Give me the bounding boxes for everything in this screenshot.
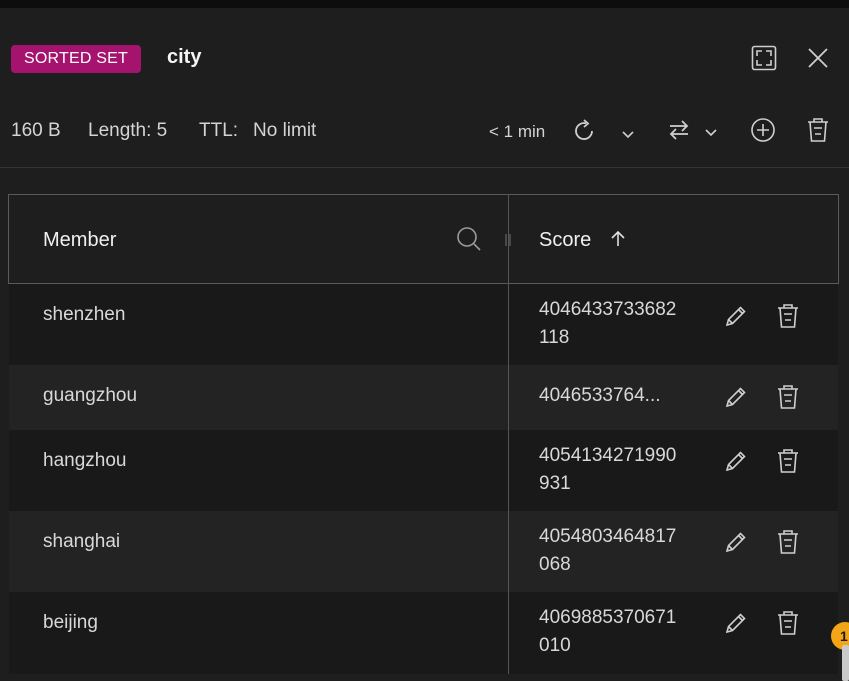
- members-table: Member Score shenzhen 4046433733682118 g…: [8, 194, 839, 674]
- table-header: Member Score: [8, 194, 839, 284]
- table-row[interactable]: hangzhou 4054134271990931: [9, 430, 838, 511]
- key-size: 160 B: [11, 120, 61, 141]
- edit-icon[interactable]: [722, 383, 750, 411]
- score-value: 4054803464817068: [539, 526, 677, 575]
- delete-icon[interactable]: [774, 383, 802, 411]
- close-icon[interactable]: [804, 44, 832, 72]
- member-value: beijing: [43, 612, 98, 633]
- edit-icon[interactable]: [722, 609, 750, 637]
- table-row[interactable]: shanghai 4054803464817068: [9, 511, 838, 592]
- key-type-badge: SORTED SET: [11, 45, 141, 73]
- top-strip: [0, 0, 849, 8]
- score-value: 4046433733682118: [539, 299, 677, 348]
- key-length: Length: 5: [88, 120, 168, 141]
- column-header-score[interactable]: Score: [539, 229, 591, 252]
- score-value: 4054134271990931: [539, 445, 677, 494]
- key-header: SORTED SET city: [0, 8, 849, 106]
- delete-icon[interactable]: [774, 447, 802, 475]
- delete-icon[interactable]: [774, 528, 802, 556]
- key-name[interactable]: city: [167, 46, 201, 69]
- table-row[interactable]: shenzhen 4046433733682118: [9, 284, 838, 365]
- table-row[interactable]: beijing 4069885370671010: [9, 592, 838, 674]
- member-value: shanghai: [43, 531, 121, 552]
- refresh-icon[interactable]: [570, 117, 598, 145]
- table-row[interactable]: guangzhou 4046533764...: [9, 365, 838, 430]
- delete-icon[interactable]: [774, 302, 802, 330]
- scrollbar-thumb[interactable]: [842, 645, 849, 681]
- chevron-down-icon[interactable]: [614, 120, 642, 148]
- delete-key-icon[interactable]: [804, 116, 832, 144]
- edit-icon[interactable]: [722, 528, 750, 556]
- column-header-member[interactable]: Member: [43, 229, 116, 252]
- score-value: 4069885370671010: [539, 607, 677, 656]
- score-value: 4046533764...: [539, 385, 661, 406]
- key-details-row: 160 B Length: 5 TTL: No limit < 1 min: [0, 106, 849, 168]
- fullscreen-icon[interactable]: [750, 44, 778, 72]
- delete-icon[interactable]: [774, 609, 802, 637]
- search-icon[interactable]: [455, 225, 483, 253]
- last-refresh-time: < 1 min: [489, 122, 546, 141]
- sort-ascending-icon[interactable]: [609, 230, 627, 248]
- member-value: guangzhou: [43, 385, 138, 406]
- add-member-icon[interactable]: [749, 116, 777, 144]
- member-value: hangzhou: [43, 450, 127, 471]
- column-divider: [508, 194, 509, 674]
- chevron-down-icon[interactable]: [697, 118, 725, 146]
- member-value: shenzhen: [43, 304, 126, 325]
- ttl-value[interactable]: No limit: [253, 120, 316, 142]
- edit-icon[interactable]: [722, 302, 750, 330]
- edit-icon[interactable]: [722, 447, 750, 475]
- format-switch-icon[interactable]: [665, 116, 693, 144]
- ttl-label: TTL:: [199, 120, 239, 141]
